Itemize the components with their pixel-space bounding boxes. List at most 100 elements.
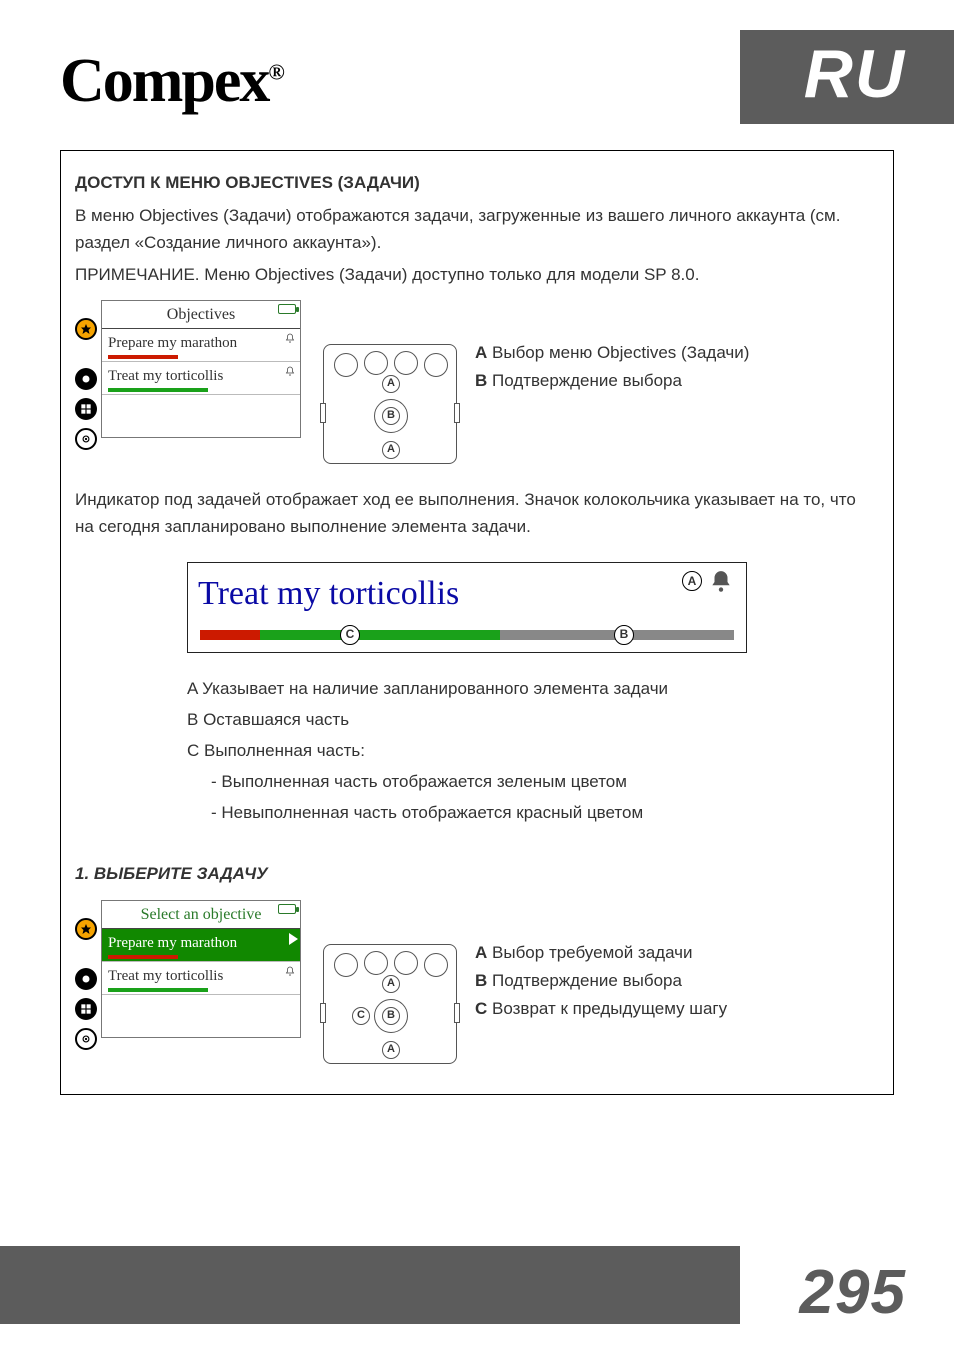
legend-sub-line: - Невыполненная часть отображается красн… [211,799,879,826]
progress-bar-red [108,955,178,959]
knob-icon [334,353,358,377]
wide-progress-figure: Treat my torticollis A C B [187,562,747,652]
grid-icon [75,998,97,1020]
gear-icon [75,1028,97,1050]
screen-inner: Select an objective Prepare my marathon … [101,900,301,1038]
wide-legend: A Указывает на наличие запланированного … [187,675,879,827]
legend-sub-line: - Выполненная часть отображается зеленым… [211,768,879,795]
brand-text: Compex [60,47,268,115]
language-badge: RU [804,35,906,113]
side-button-right-icon [454,1003,460,1023]
legend-line: A Указывает на наличие запланированного … [187,675,879,702]
device-screen-objectives: Objectives Prepare my marathon Treat my … [75,300,305,438]
legend-text: Указывает на наличие запланированного эл… [202,679,668,698]
label-b-circle: B [382,1007,400,1025]
label-a-circle: A [382,375,400,393]
progress-red-segment [200,630,260,640]
legend-text: Выбор требуемой задачи [492,943,693,962]
intro-paragraph-1: В меню Objectives (Задачи) отображаются … [75,202,879,256]
label-c-circle: C [340,625,360,645]
legend-key: A [475,343,487,362]
battery-icon [278,304,296,314]
intro-paragraph-2: ПРИМЕЧАНИЕ. Меню Objectives (Задачи) дос… [75,261,879,288]
side-icons [75,918,97,1050]
list-item-label: Prepare my marathon [108,935,237,951]
bell-icon [284,966,296,978]
bell-icon [708,569,734,595]
disc-icon [75,368,97,390]
list-item-label: Prepare my marathon [108,335,237,351]
bell-icon [284,333,296,345]
screen-title: Select an objective [102,901,300,930]
side-button-left-icon [320,1003,326,1023]
grid-icon [75,398,97,420]
control-diagram: A B A [323,344,457,464]
gear-icon [75,428,97,450]
knob-icon [334,953,358,977]
list-item: Prepare my marathon [102,329,300,362]
legend-text: Выполненная часть: [204,741,365,760]
legend-text: Выбор меню Objectives (Задачи) [492,343,749,362]
legend-key: A [475,943,487,962]
legend-line: B Оставшаяся часть [187,706,879,733]
screen-title-text: Objectives [167,306,235,323]
legend-key: B [475,971,487,990]
knob-icon [364,951,388,975]
legend-2: A Выбор требуемой задачи B Подтверждение… [475,938,727,1024]
page-number: 295 [800,1257,906,1328]
legend-key: A [187,679,197,698]
progress-bar-green [108,988,208,992]
device-screen-select: Select an objective Prepare my marathon … [75,900,305,1038]
control-diagram: A B C A [323,944,457,1064]
list-item-selected: Prepare my marathon [102,929,300,962]
legend-key: C [475,999,487,1018]
label-a-circle: A [382,975,400,993]
knob-icon [424,953,448,977]
wide-figure-title: Treat my torticollis [198,567,746,621]
progress-green-segment [260,630,500,640]
figure-row-1: Objectives Prepare my marathon Treat my … [75,300,879,464]
figure-row-2: Select an objective Prepare my marathon … [75,900,879,1064]
legend-key: C [187,741,199,760]
battery-icon [278,904,296,914]
star-icon [75,318,97,340]
list-item-label: Treat my torticollis [108,968,223,984]
side-button-right-icon [454,403,460,423]
progress-bar: C B [200,630,734,640]
screen-inner: Objectives Prepare my marathon Treat my … [101,300,301,438]
arrow-right-icon [289,933,298,945]
star-icon [75,918,97,940]
list-item: Treat my torticollis [102,362,300,395]
legend-1: A Выбор меню Objectives (Задачи) B Подтв… [475,338,749,395]
list-item-label: Treat my torticollis [108,368,223,384]
disc-icon [75,968,97,990]
legend-line: A Выбор требуемой задачи [475,939,727,966]
progress-bar-red [108,355,178,359]
legend-text: Подтверждение выбора [492,371,682,390]
knob-icon [394,951,418,975]
screen-title: Objectives [102,301,300,330]
legend-line: C Выполненная часть: [187,737,879,764]
legend-text: Возврат к предыдущему шагу [492,999,727,1018]
knob-icon [394,351,418,375]
side-button-left-icon [320,403,326,423]
label-c-circle: C [352,1007,370,1025]
legend-line: B Подтверждение выбора [475,367,749,394]
brand-registered: ® [268,59,282,84]
mid-paragraph: Индикатор под задачей отображает ход ее … [75,486,879,540]
legend-key: B [475,371,487,390]
label-a-circle: A [382,441,400,459]
progress-bar-green [108,388,208,392]
legend-key: B [187,710,198,729]
list-item: Treat my torticollis [102,962,300,995]
legend-text: Подтверждение выбора [492,971,682,990]
label-b-circle: B [382,407,400,425]
legend-line: C Возврат к предыдущему шагу [475,995,727,1022]
section-heading: ДОСТУП К МЕНЮ OBJECTIVES (ЗАДАЧИ) [75,169,879,196]
content-box: ДОСТУП К МЕНЮ OBJECTIVES (ЗАДАЧИ) В меню… [60,150,894,1095]
knob-icon [424,353,448,377]
label-a-circle: A [682,571,702,591]
step-heading: 1. ВЫБЕРИТЕ ЗАДАЧУ [75,860,879,887]
legend-text: Оставшаяся часть [203,710,349,729]
brand-logo: Compex® [60,46,283,117]
